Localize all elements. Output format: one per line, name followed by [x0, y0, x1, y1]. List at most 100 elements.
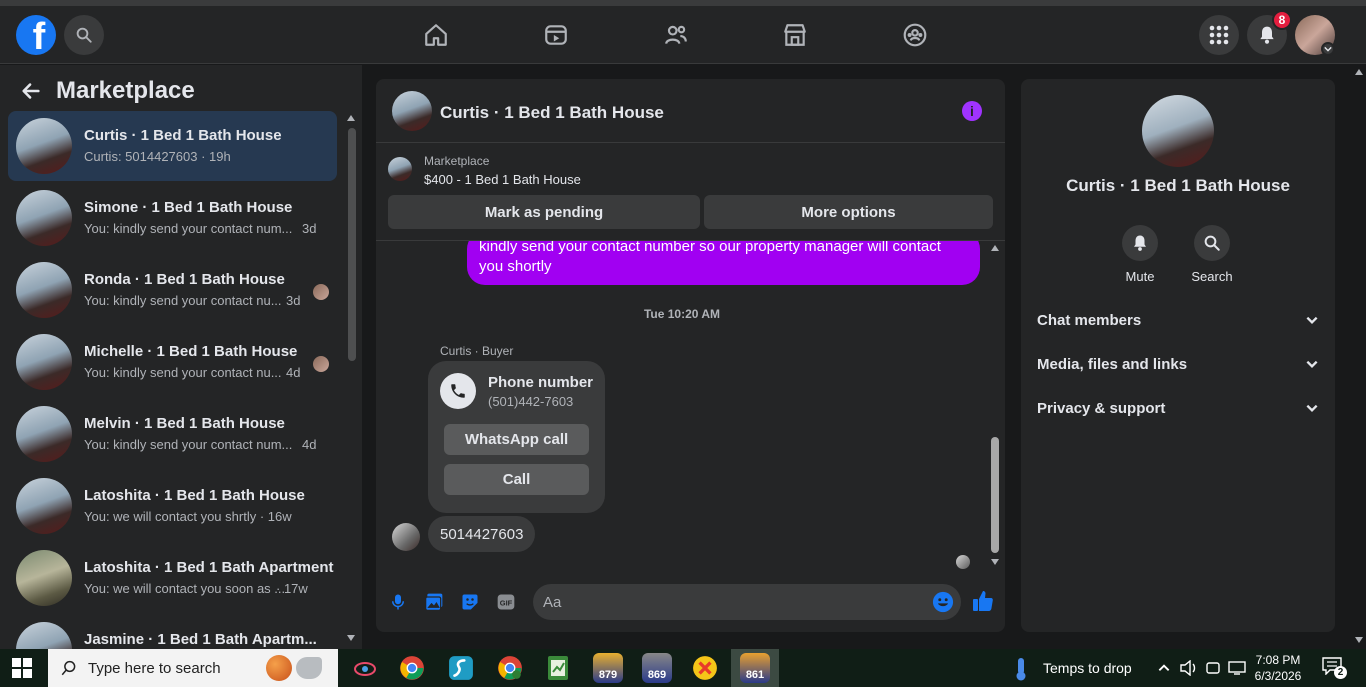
listing-thumbnail: [16, 262, 72, 318]
marketplace-label: Marketplace: [424, 154, 490, 168]
windows-start-icon[interactable]: [12, 658, 32, 678]
thumbs-up-icon[interactable]: [971, 589, 995, 613]
message-timestamp: Tue 10:20 AM: [643, 307, 721, 321]
store-icon: [784, 24, 806, 46]
sender-avatar[interactable]: [392, 523, 420, 551]
facebook-logo[interactable]: f: [16, 15, 56, 55]
taskbar-search-placeholder: Type here to search: [88, 660, 221, 677]
chevron-down-icon: [1306, 316, 1318, 324]
app-game-icon-3[interactable]: 861: [740, 653, 770, 683]
taskbar-search[interactable]: Type here to search: [48, 649, 338, 687]
video-icon: [545, 25, 567, 45]
microphone-icon[interactable]: [387, 591, 409, 613]
message-input[interactable]: [543, 584, 923, 620]
clock-time: 7:08 PM: [1255, 653, 1301, 667]
notification-count: 2: [1334, 666, 1347, 679]
outgoing-message[interactable]: kindly send your contact number so our p…: [467, 241, 980, 285]
details-avatar[interactable]: [1142, 95, 1214, 167]
meet-icon[interactable]: [1205, 660, 1221, 676]
privacy-support-section[interactable]: Privacy & support: [1037, 396, 1319, 420]
listing-price[interactable]: $400 - 1 Bed 1 Bath House: [424, 172, 581, 187]
notification-count-badge: 8: [1272, 10, 1292, 30]
nav-groups[interactable]: [901, 21, 929, 49]
nav-watch[interactable]: [542, 21, 570, 49]
nav-home[interactable]: [422, 21, 450, 49]
chat-header: Curtis · 1 Bed 1 Bath House i: [376, 79, 1005, 143]
more-options-button[interactable]: More options: [704, 195, 993, 229]
conversation-time: 3d: [286, 293, 301, 308]
info-icon[interactable]: i: [962, 101, 982, 121]
chat-members-section[interactable]: Chat members: [1037, 308, 1319, 332]
speaker-icon[interactable]: [1180, 660, 1198, 676]
search-button[interactable]: [64, 15, 104, 55]
search-action[interactable]: Search: [1182, 225, 1242, 284]
section-label: Privacy & support: [1037, 399, 1166, 417]
windows-taskbar: Type here to search 879 869 861 Temps to…: [0, 649, 1366, 687]
chat-title[interactable]: Curtis · 1 Bed 1 Bath House: [440, 103, 664, 123]
mark-pending-button[interactable]: Mark as pending: [388, 195, 700, 229]
chat-avatar[interactable]: [392, 91, 432, 131]
app-chrome-profile-icon[interactable]: [495, 653, 525, 683]
conversation-item[interactable]: Latoshita · 1 Bed 1 Bath House You: we w…: [8, 471, 337, 541]
mute-label: Mute: [1125, 269, 1155, 284]
bell-icon: [1122, 225, 1158, 261]
network-icon[interactable]: [1228, 660, 1246, 676]
nav-friends[interactable]: [662, 21, 690, 49]
media-files-links-section[interactable]: Media, files and links: [1037, 352, 1319, 376]
call-button[interactable]: Call: [444, 464, 589, 495]
conversation-title: Latoshita · 1 Bed 1 Bath House: [84, 487, 305, 504]
weather-text[interactable]: Temps to drop: [1043, 660, 1132, 676]
incoming-message[interactable]: 5014427603: [428, 516, 536, 552]
app-chrome-icon[interactable]: [397, 653, 427, 683]
app-sheet-icon[interactable]: [543, 653, 573, 683]
app-game-icon-1[interactable]: 879: [593, 653, 623, 683]
conversation-item[interactable]: Ronda · 1 Bed 1 Bath House You: kindly s…: [8, 255, 337, 325]
app-snipping-icon[interactable]: [350, 653, 380, 683]
conversation-preview: You: kindly send your contact nu...: [84, 365, 282, 380]
conversation-time: · 17w: [276, 581, 308, 596]
chevron-up-icon[interactable]: [1157, 661, 1171, 675]
chat-panel: Curtis · 1 Bed 1 Bath House i Marketplac…: [376, 79, 1005, 632]
menu-button[interactable]: [1199, 15, 1239, 55]
conversation-time: 4d: [286, 365, 301, 380]
chat-scroll-thumb[interactable]: [991, 437, 999, 553]
listing-avatar: [388, 157, 412, 181]
gif-icon[interactable]: GIF: [495, 591, 517, 613]
nav-marketplace[interactable]: [781, 21, 809, 49]
app-x-icon[interactable]: [690, 653, 720, 683]
conversation-item[interactable]: Jasmine · 1 Bed 1 Bath Apartm...: [8, 615, 337, 649]
emoji-icon[interactable]: [932, 591, 954, 613]
bell-icon: [1260, 26, 1274, 44]
conversation-item[interactable]: Curtis · 1 Bed 1 Bath House Curtis: 5014…: [8, 111, 337, 181]
whatsapp-call-button[interactable]: WhatsApp call: [444, 424, 589, 455]
action-center-button[interactable]: 2: [1322, 657, 1347, 679]
page-scrollbar[interactable]: [1352, 65, 1366, 649]
taskbar-clock[interactable]: 7:08 PM 6/3/2026: [1250, 652, 1306, 684]
sidebar-scroll-thumb[interactable]: [348, 128, 356, 361]
sticker-icon[interactable]: [459, 591, 481, 613]
read-receipt-avatar: [956, 555, 970, 569]
mute-action[interactable]: Mute: [1110, 225, 1170, 284]
app-sideloadly-icon[interactable]: [446, 653, 476, 683]
conversation-details-panel: Curtis · 1 Bed 1 Bath House Mute Search …: [1021, 79, 1335, 632]
conversation-title: Melvin · 1 Bed 1 Bath House: [84, 415, 285, 432]
app-badge: 879: [598, 669, 618, 681]
photo-icon[interactable]: [423, 591, 445, 613]
marketplace-sidebar: Marketplace Curtis · 1 Bed 1 Bath House …: [0, 65, 362, 649]
conversation-item[interactable]: Michelle · 1 Bed 1 Bath House You: kindl…: [8, 327, 337, 397]
conversation-title: Simone · 1 Bed 1 Bath House: [84, 199, 293, 216]
conversation-item[interactable]: Melvin · 1 Bed 1 Bath House You: kindly …: [8, 399, 337, 469]
conversation-title: Michelle · 1 Bed 1 Bath House: [84, 343, 298, 360]
conversation-preview: You: we will contact you soon as ...: [84, 581, 286, 596]
chevron-down-icon[interactable]: [1321, 42, 1335, 56]
app-badge: 869: [647, 669, 667, 681]
listing-thumbnail: [16, 478, 72, 534]
search-icon: [76, 27, 92, 43]
seen-avatar: [313, 356, 329, 372]
app-game-icon-2[interactable]: 869: [642, 653, 672, 683]
conversation-preview: You: kindly send your contact num...: [84, 437, 293, 452]
thermometer-icon: [1016, 658, 1026, 681]
back-arrow-icon[interactable]: [20, 80, 42, 102]
conversation-item[interactable]: Latoshita · 1 Bed 1 Bath Apartment You: …: [8, 543, 337, 613]
conversation-item[interactable]: Simone · 1 Bed 1 Bath House You: kindly …: [8, 183, 337, 253]
